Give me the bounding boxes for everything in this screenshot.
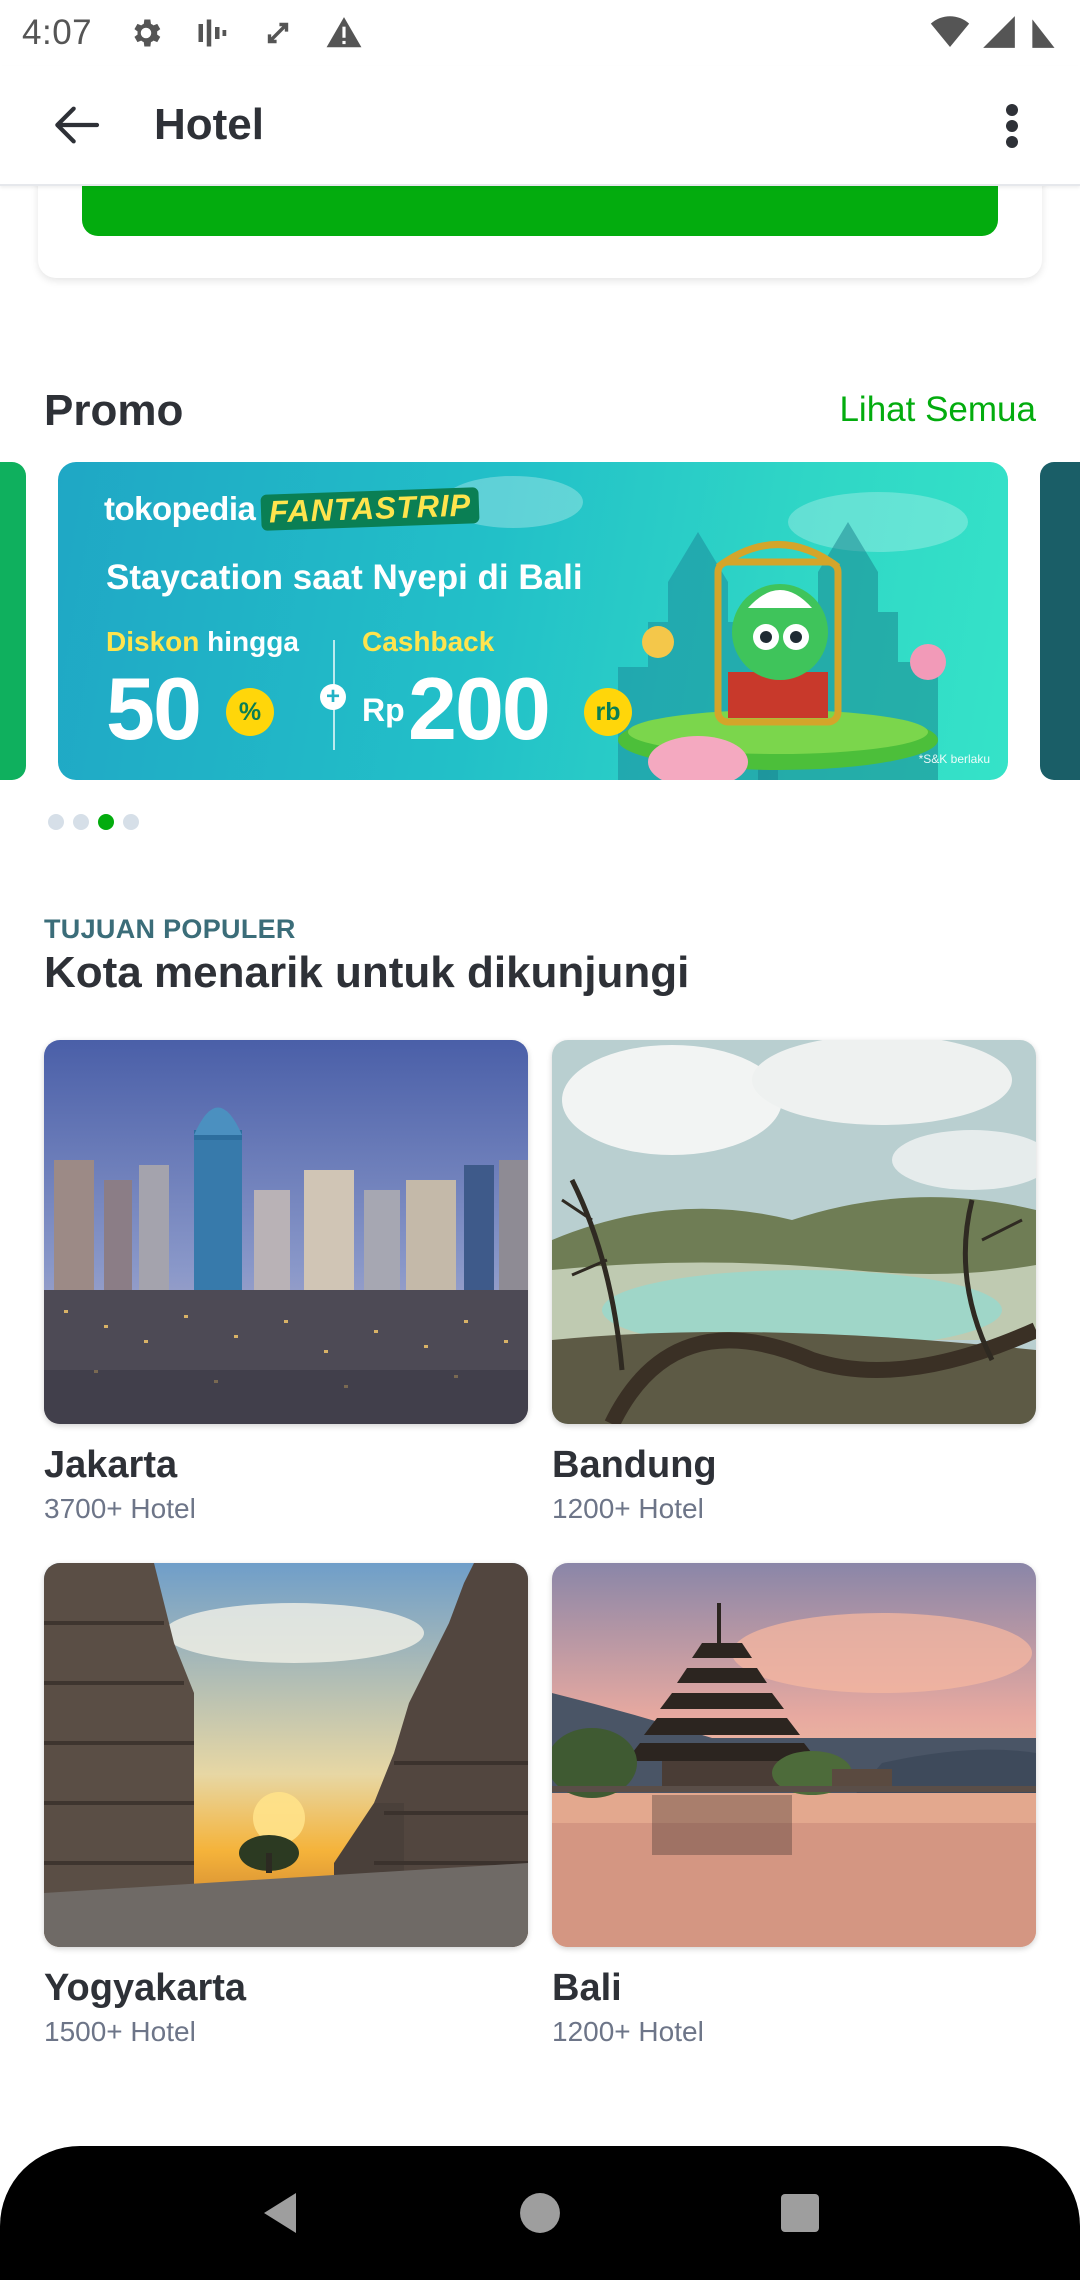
promo-banner[interactable]: tokopedia FANTASTRIP Staycation saat Nye… — [58, 462, 1008, 780]
nav-recents-button[interactable] — [760, 2173, 840, 2253]
terms-text: *S&K berlaku — [918, 752, 990, 766]
sync-icon — [258, 13, 298, 53]
city-card-bali[interactable]: Bali 1200+ Hotel — [552, 1563, 1036, 2048]
discount-label-suffix: hingga — [207, 626, 299, 657]
carousel-dot[interactable] — [123, 814, 139, 830]
percent-badge: % — [226, 688, 274, 736]
rb-badge: rb — [584, 688, 632, 736]
page-title: Hotel — [154, 100, 264, 149]
wifi-icon — [930, 12, 970, 57]
promo-banner-previous[interactable] — [0, 462, 26, 780]
city-image-jakarta — [44, 1040, 528, 1424]
promo-banner-next[interactable] — [1040, 462, 1080, 780]
gear-icon — [126, 13, 166, 53]
brand-logo: tokopedia FANTASTRIP — [104, 487, 481, 531]
city-card-yogyakarta[interactable]: Yogyakarta 1500+ Hotel — [44, 1563, 528, 2048]
recents-square-icon — [781, 2194, 819, 2232]
more-options-button[interactable] — [972, 86, 1052, 166]
cashback-label: Cashback — [362, 626, 495, 657]
banner-headline: Staycation saat Nyepi di Bali — [106, 558, 583, 597]
city-name: Yogyakarta — [44, 1967, 247, 2009]
nav-back-button[interactable] — [240, 2173, 320, 2253]
cashback-value: 200 — [408, 659, 551, 758]
more-vertical-icon — [1006, 104, 1018, 148]
carousel-dot[interactable] — [73, 814, 89, 830]
discount-value: 50 — [106, 659, 202, 758]
discount-label: Diskon hingga — [106, 626, 299, 658]
plus-icon: + — [320, 683, 346, 710]
city-hotel-count: 1200+ Hotel — [552, 2016, 704, 2047]
city-image-bali — [552, 1563, 1036, 1947]
currency-label: Rp — [362, 692, 405, 728]
app-bar: Hotel — [0, 66, 1080, 186]
city-hotel-count: 1500+ Hotel — [44, 2016, 196, 2047]
nav-home-button[interactable] — [500, 2173, 580, 2253]
city-hotel-count: 3700+ Hotel — [44, 1493, 196, 1524]
discount-label-text: Diskon — [106, 626, 200, 657]
city-image-yogyakarta — [44, 1563, 528, 1947]
carousel-dot-active[interactable] — [98, 814, 114, 830]
system-nav-bar — [0, 2146, 1080, 2280]
back-triangle-icon — [264, 2193, 296, 2233]
signal-bars-icon — [192, 13, 232, 53]
arrow-left-icon — [55, 106, 100, 144]
warning-icon — [324, 13, 364, 53]
carousel-dot[interactable] — [48, 814, 64, 830]
popular-title: Kota menarik untuk dikunjungi — [44, 948, 690, 997]
city-hotel-count: 1200+ Hotel — [552, 1493, 704, 1524]
campaign-name: FANTASTRIP — [260, 487, 481, 531]
status-time: 4:07 — [22, 13, 93, 52]
city-name: Bali — [552, 1967, 622, 2009]
city-name: Jakarta — [44, 1444, 178, 1486]
city-card-jakarta[interactable]: Jakarta 3700+ Hotel — [44, 1040, 528, 1525]
status-bar: 4:07 — [0, 0, 1080, 66]
battery-icon — [1028, 13, 1062, 56]
back-button[interactable] — [36, 85, 116, 165]
see-all-link[interactable]: Lihat Semua — [839, 390, 1036, 430]
city-card-bandung[interactable]: Bandung 1200+ Hotel — [552, 1040, 1036, 1525]
home-circle-icon — [520, 2193, 560, 2233]
section-eyebrow: TUJUAN POPULER — [44, 914, 296, 944]
promo-title: Promo — [44, 386, 184, 435]
city-name: Bandung — [552, 1444, 717, 1486]
carousel-indicator — [48, 814, 139, 830]
city-image-bandung — [552, 1040, 1036, 1424]
brand-name: tokopedia — [104, 490, 256, 527]
cell-signal-icon — [980, 13, 1018, 56]
